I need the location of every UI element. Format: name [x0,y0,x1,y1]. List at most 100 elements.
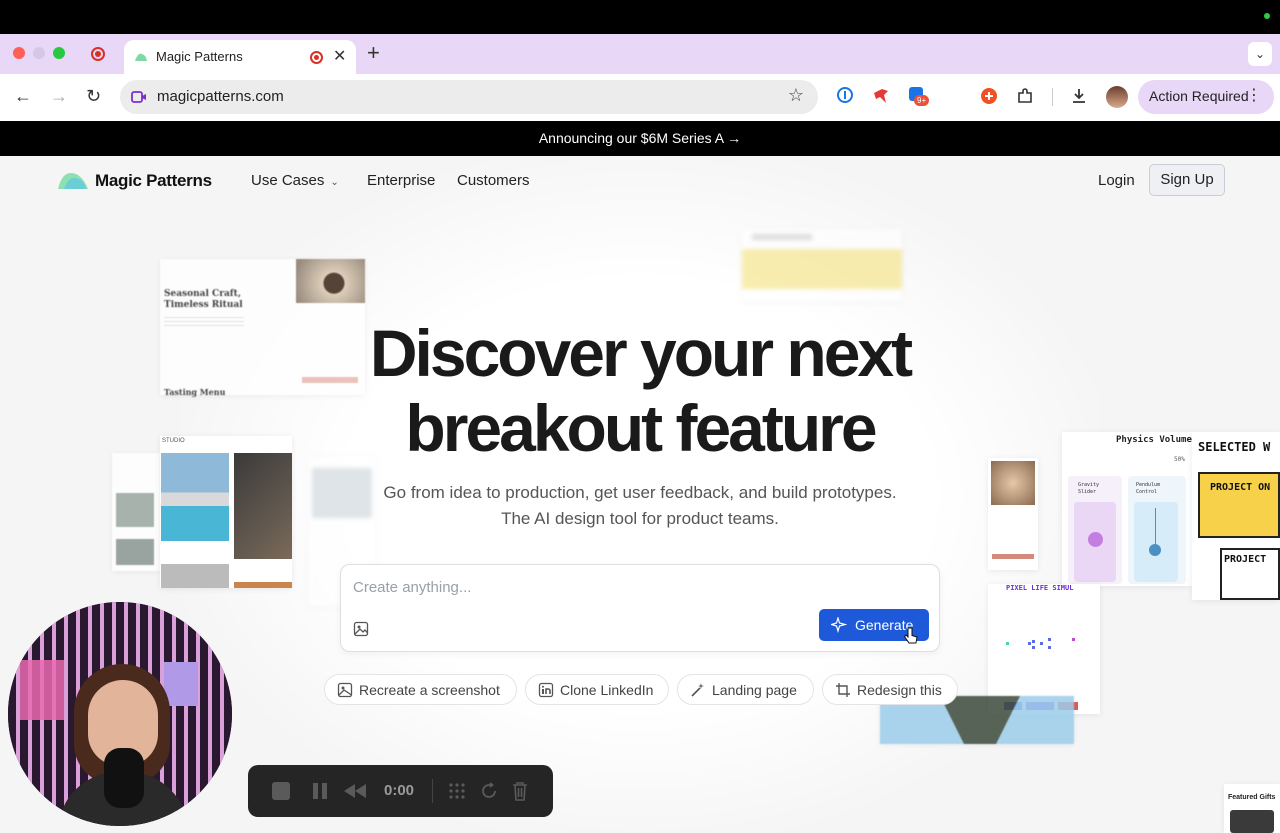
preview-card-studio: STUDIO [160,436,292,588]
studio-label: STUDIO [162,438,185,444]
yellow-note-block [742,249,902,289]
tab-search-chevron-icon[interactable]: ⌄ [1248,42,1272,66]
mobile-thumb-2 [116,539,154,565]
preview-card-selected-works: SELECTED W PROJECT ON PROJECT [1192,432,1280,600]
preview-card-physics: Physics Volume 50% Gravity Slider Pendul… [1062,432,1192,586]
preview-card-mobile [112,453,160,571]
prompt-box: Generate [340,564,940,652]
pixel-grid-graphic [1006,638,1075,649]
rewind-icon[interactable] [344,784,366,798]
chip-label: Landing page [712,682,797,698]
trash-icon[interactable] [512,781,528,801]
physics-percent: 50% [1174,456,1185,463]
bookmark-star-icon[interactable]: ☆ [788,85,804,106]
gift-thumb [1230,810,1274,833]
nav-use-cases-label: Use Cases [251,172,325,189]
nav-enterprise[interactable]: Enterprise [367,172,435,189]
gravity-track [1074,502,1116,582]
chip-label: Recreate a screenshot [359,682,500,698]
magic-patterns-logo-icon[interactable] [56,169,90,191]
brand-name[interactable]: Magic Patterns [95,171,212,191]
stop-recording-icon[interactable] [272,782,290,800]
calendar-extension-icon[interactable]: 9+ [908,85,930,106]
chip-landing-page[interactable]: Landing page [677,674,814,705]
action-required-button[interactable]: Action Required ⋮ [1138,80,1274,114]
webcam-overlay [8,602,232,826]
action-required-label: Action Required [1149,88,1249,104]
pendulum-bob [1149,544,1161,556]
login-link[interactable]: Login [1098,172,1135,189]
coffee-photo [296,259,365,303]
extensions-puzzle-icon[interactable] [1016,87,1034,105]
project-one-block: PROJECT ON [1198,472,1280,538]
nav-customers[interactable]: Customers [457,172,530,189]
preview-card-yellow [742,229,902,301]
window-zoom-button[interactable] [53,47,65,59]
gravity-slider-panel: Gravity Slider [1068,476,1122,584]
phone-photo [991,461,1035,505]
address-bar[interactable]: magicpatterns.com ☆ [120,80,818,114]
reload-icon[interactable]: ↻ [86,86,101,107]
hero-subtitle-line-1: Go from idea to production, get user fee… [383,483,897,502]
close-tab-icon[interactable]: ✕ [333,46,346,66]
new-tab-icon[interactable]: + [367,40,380,66]
tasting-menu-label: Tasting Menu [164,387,226,397]
pause-icon[interactable] [312,782,328,800]
window-minimize-button[interactable] [33,47,45,59]
chip-clone-linkedin[interactable]: Clone LinkedIn [525,674,669,705]
pixel-life-title: PIXEL LIFE SIMUL [1006,584,1074,592]
webcam-microphone [104,748,144,808]
chip-redesign-this[interactable]: Redesign this [822,674,958,705]
announcement-banner[interactable]: Announcing our $6M Series A → [0,121,1280,156]
hero-subtitle: Go from idea to production, get user fee… [340,480,940,532]
project-two-label: PROJECT [1224,554,1267,565]
phone-button-bar [992,554,1034,559]
dark-shape [940,696,1020,744]
download-icon[interactable] [1070,87,1088,105]
url-text: magicpatterns.com [157,88,284,105]
more-vertical-icon[interactable]: ⋮ [1246,85,1262,105]
back-arrow-icon[interactable]: ← [14,86,32,107]
gravity-label: Gravity Slider [1078,482,1100,495]
toolbar-divider [1052,88,1053,106]
grid-dots-icon[interactable] [448,782,466,800]
yellow-card-heading-bar [752,234,812,240]
tab-recording-icon [310,51,323,64]
site-info-icon[interactable] [130,88,148,106]
restart-icon[interactable] [480,782,498,800]
recording-indicator-dot [1264,13,1270,19]
nav-use-cases[interactable]: Use Cases ⌄ [251,172,339,189]
profile-avatar[interactable] [1106,86,1128,108]
preview-card-phone [988,458,1038,570]
building-photo-3 [161,564,229,588]
preview-card-seasonal: Seasonal Craft, Timeless Ritual Tasting … [160,259,365,397]
password-manager-extension-icon[interactable] [837,87,853,103]
forward-arrow-icon[interactable]: → [50,86,68,107]
tab-magic-patterns[interactable]: Magic Patterns ✕ [124,40,356,74]
browser-toolbar: ← → ↻ magicpatterns.com ☆ 9+ Action Requ… [0,74,1280,121]
sparkle-icon [831,617,847,633]
mobile-thumb-1 [116,493,154,527]
chip-label: Clone LinkedIn [560,682,654,698]
sign-up-button[interactable]: Sign Up [1149,164,1225,196]
project-one-label: PROJECT ON [1210,482,1271,493]
window-close-button[interactable] [13,47,25,59]
orange-plus-extension-icon[interactable] [980,87,998,105]
selected-works-title: SELECTED W [1198,440,1271,454]
preview-card-pixel-life: PIXEL LIFE SIMUL [988,584,1100,714]
hero-title: Discover your next breakout feature [340,316,940,466]
prompt-input[interactable] [353,579,813,596]
red-bird-extension-icon[interactable] [872,87,890,105]
image-upload-icon[interactable] [353,621,369,637]
hand-pointer-cursor-icon [903,627,918,644]
pendulum-panel: Pendulum Control [1128,476,1186,584]
crop-icon [836,683,850,697]
record-icon[interactable] [91,47,105,61]
tab-title: Magic Patterns [156,49,243,64]
chip-recreate-screenshot[interactable]: Recreate a screenshot [324,674,517,705]
linkedin-icon [538,682,554,698]
recording-timer: 0:00 [384,782,415,799]
hero-title-line-1: Discover your next [369,316,913,390]
magic-patterns-favicon [135,53,147,61]
project-two-block: PROJECT [1220,548,1280,600]
